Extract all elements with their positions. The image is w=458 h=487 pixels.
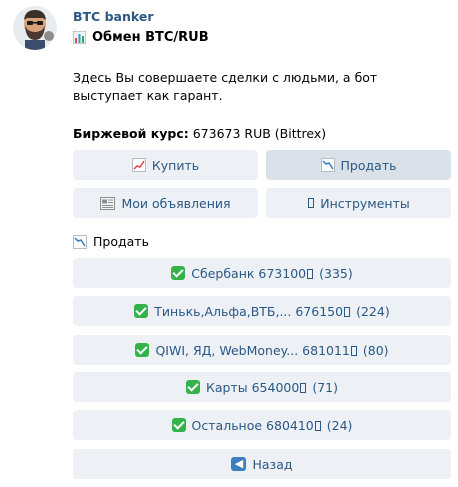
chart-increasing-icon <box>131 158 146 172</box>
buy-button[interactable]: Купить <box>73 150 258 180</box>
chart-decreasing-icon <box>320 158 335 172</box>
tools-button-label: Инструменты <box>320 195 410 211</box>
offer-count: (335) <box>319 265 353 281</box>
section-label: Продать <box>73 234 149 249</box>
chart-decreasing-icon <box>73 234 87 249</box>
wrench-icon <box>308 198 315 208</box>
check-mark-button-icon <box>134 304 149 318</box>
offer-label: Сбербанк 673100 <box>191 266 314 281</box>
back-arrow-icon: ◀ <box>231 457 247 471</box>
check-mark-button-icon <box>135 343 150 357</box>
back-button[interactable]: ◀ Назад <box>73 449 451 479</box>
message-title-text: Обмен BTC/RUB <box>92 30 209 45</box>
tools-button[interactable]: Инструменты <box>266 188 451 218</box>
offer-count: (71) <box>312 379 338 395</box>
message-title: Обмен BTC/RUB <box>73 30 209 45</box>
offer-count: (80) <box>362 342 389 358</box>
bar-chart-icon <box>73 31 86 44</box>
buy-button-label: Купить <box>151 157 200 173</box>
offer-button-tinkoff-alfa-vtb[interactable]: Тинькь,Альфа,ВТБ,... 676150 (224) <box>73 296 451 326</box>
offer-button-cards[interactable]: Карты 654000 (71) <box>73 372 451 402</box>
offer-label: Тинькь,Альфа,ВТБ,... 676150 <box>154 304 351 319</box>
offer-button-other[interactable]: Остальное 680410 (24) <box>73 410 451 440</box>
sell-button-label: Продать <box>340 157 397 173</box>
check-mark-button-icon <box>171 418 186 432</box>
offer-label: Остальное 680410 <box>192 418 321 433</box>
newspaper-icon <box>100 196 116 210</box>
offer-button-sberbank[interactable]: Сбербанк 673100 (335) <box>73 258 451 288</box>
offer-label: QIWI, ЯД, WebMoney... 681011 <box>155 343 357 358</box>
message-author[interactable]: BTC banker <box>73 9 153 24</box>
check-mark-button-icon <box>186 380 200 394</box>
offer-count: (24) <box>326 417 353 433</box>
section-label-text: Продать <box>93 234 149 249</box>
bearded-man-avatar-icon <box>13 6 57 50</box>
offer-button-qiwi-yad-webmoney[interactable]: QIWI, ЯД, WebMoney... 681011 (80) <box>73 335 451 365</box>
avatar[interactable] <box>13 6 57 50</box>
exchange-rate-label: Биржевой курс: <box>73 126 189 141</box>
exchange-rate: Биржевой курс: 673673 RUB (Bittrex) <box>73 126 326 141</box>
back-button-label: Назад <box>252 456 293 472</box>
offer-label: Карты 654000 <box>206 380 307 395</box>
my-ads-button-label: Мои объявления <box>121 195 231 211</box>
offer-count: (224) <box>356 303 390 319</box>
sell-button[interactable]: Продать <box>266 150 451 180</box>
message-body: Здесь Вы совершаете сделки с людьми, а б… <box>73 70 378 103</box>
exchange-rate-value: 673673 RUB (Bittrex) <box>192 126 327 141</box>
my-ads-button[interactable]: Мои объявления <box>73 188 258 218</box>
check-mark-button-icon <box>171 266 186 280</box>
